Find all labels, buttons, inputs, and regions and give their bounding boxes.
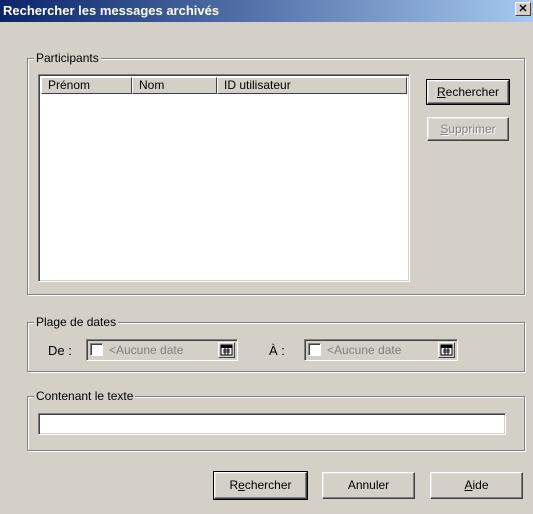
cancel-label: Annuler xyxy=(347,478,390,492)
title-bar: Rechercher les messages archivés ✕ xyxy=(0,0,533,22)
participants-legend: Participants xyxy=(34,51,101,65)
participants-search-label: echercher xyxy=(445,85,500,99)
column-header-id-utilisateur[interactable]: ID utilisateur xyxy=(217,77,407,94)
close-icon: ✕ xyxy=(518,3,528,15)
text-legend: Contenant le texte xyxy=(34,389,136,403)
window-title: Rechercher les messages archivés xyxy=(3,3,220,18)
to-date-picker[interactable]: <Aucune date xyxy=(304,339,458,361)
help-button[interactable]: Aide xyxy=(430,472,523,499)
delete-button[interactable]: Supprimer xyxy=(427,117,509,141)
search-label-end: chercher xyxy=(244,478,292,492)
search-mnemonic: e xyxy=(238,478,245,492)
search-label-start: R xyxy=(229,478,239,492)
close-button[interactable]: ✕ xyxy=(515,2,531,16)
participants-list-header: Prénom Nom ID utilisateur xyxy=(41,77,407,94)
to-calendar-button[interactable] xyxy=(438,342,455,358)
to-label: À : xyxy=(269,343,285,358)
from-date-checkbox[interactable] xyxy=(90,343,103,356)
participants-search-mnemonic: R xyxy=(436,85,446,99)
to-date-checkbox[interactable] xyxy=(308,343,321,356)
column-header-prenom[interactable]: Prénom xyxy=(41,77,132,94)
search-button[interactable]: Rechercher xyxy=(213,471,308,500)
column-header-nom[interactable]: Nom xyxy=(132,77,217,94)
from-date-picker[interactable]: <Aucune date xyxy=(86,339,238,361)
help-label: ide xyxy=(472,478,489,492)
participants-search-button[interactable]: Rechercher xyxy=(426,79,510,105)
delete-label: upprimer xyxy=(448,122,496,136)
from-calendar-button[interactable] xyxy=(218,342,235,358)
date-range-legend: Plage de dates xyxy=(34,315,119,329)
cancel-button[interactable]: Annuler xyxy=(322,472,415,499)
participants-list[interactable]: Prénom Nom ID utilisateur xyxy=(38,74,410,282)
calendar-icon xyxy=(220,344,233,356)
calendar-icon xyxy=(440,344,453,356)
from-date-value: <Aucune date xyxy=(109,343,184,357)
from-label: De : xyxy=(48,343,72,358)
text-input[interactable] xyxy=(38,413,506,435)
to-date-value: <Aucune date xyxy=(327,343,402,357)
help-mnemonic: A xyxy=(464,478,473,492)
dialog-window: Rechercher les messages archivés ✕ Parti… xyxy=(0,0,533,514)
